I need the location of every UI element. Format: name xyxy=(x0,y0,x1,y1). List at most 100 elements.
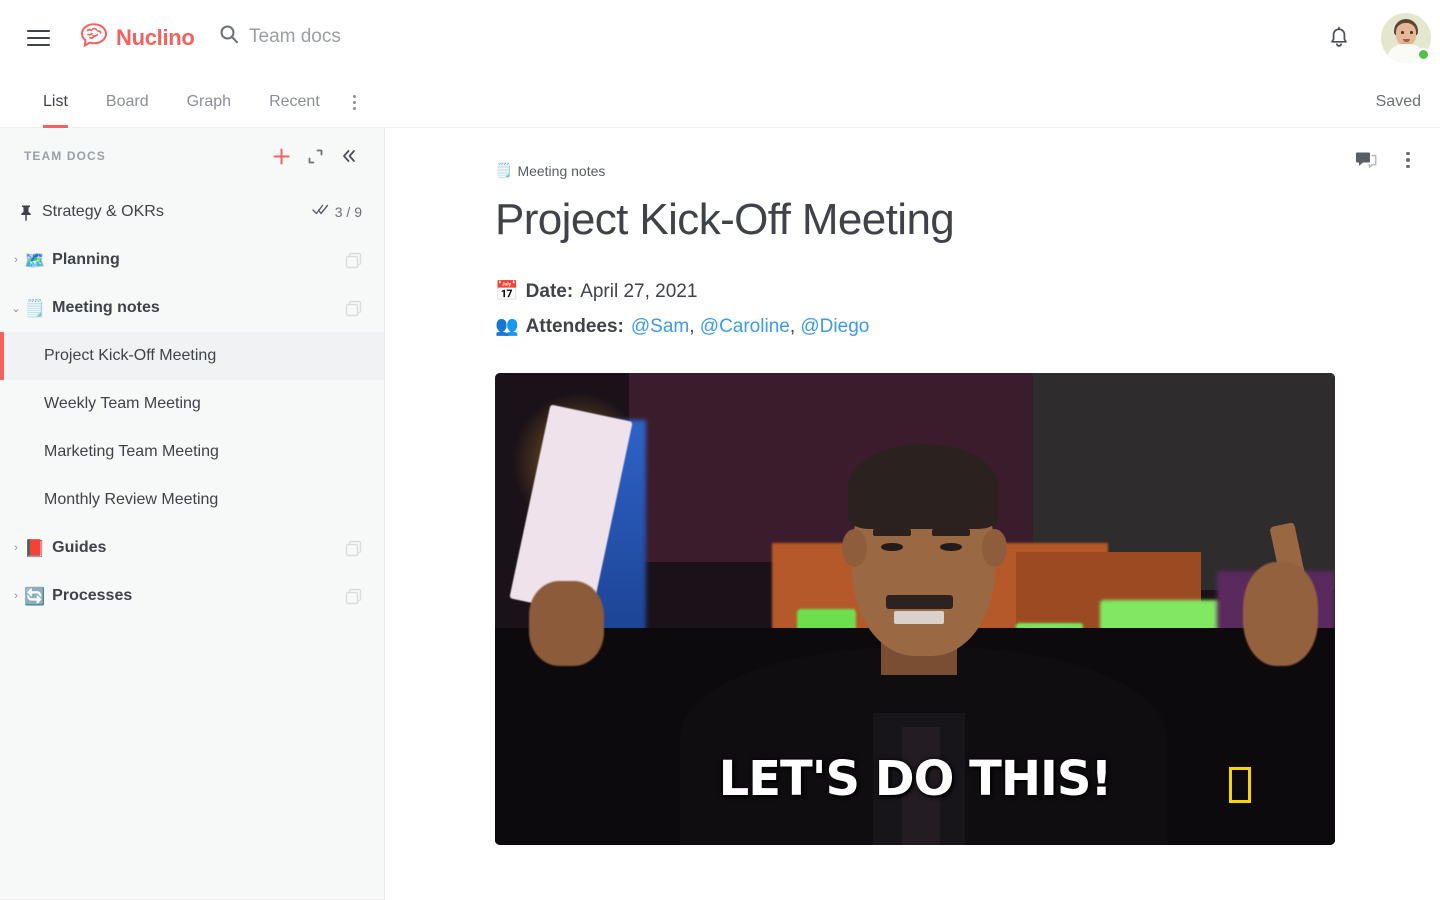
national-geographic-logo xyxy=(1229,766,1251,803)
search-placeholder: Team docs xyxy=(249,25,341,47)
mention-caroline[interactable]: @Caroline xyxy=(700,316,790,337)
spiral-notepad-icon: 🗒️ xyxy=(24,298,46,318)
document-meta-attendees: 👥 Attendees: @Sam, @Caroline, @Diego xyxy=(495,309,1355,344)
mention-diego[interactable]: @Diego xyxy=(800,316,869,337)
avatar[interactable] xyxy=(1381,13,1431,63)
sidebar-tree: Strategy & OKRs 3 / 9 › 🗺️ Planning ⌄ 🗒️… xyxy=(0,184,384,620)
list-item-label: Weekly Team Meeting xyxy=(44,395,201,412)
sidebar-item-meta: 3 / 9 xyxy=(312,203,362,221)
document-body: 🗒️ Meeting notes Project Kick-Off Meetin… xyxy=(495,162,1355,344)
gif-hair xyxy=(847,443,999,529)
list-item-label: Monthly Review Meeting xyxy=(44,491,219,508)
chevron-right-icon[interactable]: › xyxy=(8,254,24,266)
dot xyxy=(1406,164,1410,169)
gif-right-hand xyxy=(1242,561,1319,666)
sidebar-item-label: Planning xyxy=(52,251,120,268)
sidebar: TEAM DOCS Strategy & OKRs 3 / 9 › 🗺️ Pla… xyxy=(0,128,385,900)
cluster-icon xyxy=(345,588,362,605)
breadcrumb[interactable]: 🗒️ Meeting notes xyxy=(495,162,1355,179)
gif-moustache xyxy=(885,594,953,609)
expand-icon[interactable] xyxy=(298,141,332,171)
gif-ear xyxy=(982,528,1008,567)
sidebar-item-label: Processes xyxy=(52,587,133,604)
tab-list-view[interactable]: List xyxy=(24,76,87,128)
add-icon[interactable] xyxy=(264,141,298,171)
sidebar-item-label: Strategy & OKRs xyxy=(42,203,164,220)
sidebar-item-guides[interactable]: › 📕 Guides xyxy=(0,524,384,572)
hamburger-line xyxy=(27,37,50,39)
embedded-gif[interactable]: LET'S DO THIS! xyxy=(495,373,1335,845)
sidebar-title: TEAM DOCS xyxy=(24,149,106,163)
gif-ear xyxy=(841,528,868,567)
mention-sam[interactable]: @Sam xyxy=(631,316,689,337)
cluster-icon xyxy=(345,540,362,557)
dot xyxy=(1406,158,1410,162)
comments-icon[interactable] xyxy=(1352,146,1380,174)
busts-in-silhouette-icon: 👥 xyxy=(495,315,519,337)
dot xyxy=(352,106,356,110)
tab-recent[interactable]: Recent xyxy=(250,76,339,128)
document-meta-date: 📅 Date: April 27, 2021 xyxy=(495,274,1355,309)
pin-icon xyxy=(18,204,34,221)
chevron-down-icon[interactable]: ⌄ xyxy=(8,302,24,315)
list-item-label: Project Kick-Off Meeting xyxy=(44,347,217,364)
bell-icon[interactable] xyxy=(1327,26,1351,56)
hamburger-menu-icon[interactable] xyxy=(27,27,50,49)
sidebar-item-label: Guides xyxy=(52,539,107,556)
tab-graph[interactable]: Graph xyxy=(168,76,250,128)
mention-separator: , xyxy=(689,315,700,337)
dots-group xyxy=(1406,151,1410,169)
sidebar-item-monthly-review-meeting[interactable]: Monthly Review Meeting xyxy=(0,476,384,524)
cluster-icon xyxy=(345,300,362,317)
closed-book-icon: 📕 xyxy=(24,538,46,558)
meta-value: April 27, 2021 xyxy=(580,280,698,302)
document-toolbar xyxy=(1352,146,1422,174)
hamburger-line xyxy=(27,44,50,46)
chevron-right-icon[interactable]: › xyxy=(8,590,24,602)
nuclino-logo[interactable]: Nuclino xyxy=(79,22,195,53)
list-item-label: Marketing Team Meeting xyxy=(44,443,219,460)
brain-speech-bubble-icon xyxy=(79,22,109,53)
brand-name: Nuclino xyxy=(116,24,195,50)
sidebar-header: TEAM DOCS xyxy=(0,128,384,184)
collapse-sidebar-icon[interactable] xyxy=(332,141,366,171)
sidebar-item-weekly-team-meeting[interactable]: Weekly Team Meeting xyxy=(0,380,384,428)
sidebar-item-planning[interactable]: › 🗺️ Planning xyxy=(0,236,384,284)
tab-bar: List Board Graph Recent Saved xyxy=(0,76,1440,128)
top-bar: Nuclino Team docs xyxy=(0,0,1440,76)
gif-eyebrow xyxy=(873,528,911,537)
more-vertical-icon[interactable] xyxy=(1394,146,1422,174)
progress-count: 3 / 9 xyxy=(334,204,362,220)
calendar-icon: 📅 xyxy=(495,280,519,302)
tab-board[interactable]: Board xyxy=(87,76,168,128)
save-status: Saved xyxy=(1375,93,1421,110)
gif-caption: LET'S DO THIS! xyxy=(718,751,1113,808)
mention-separator: , xyxy=(789,315,801,337)
chevron-right-icon[interactable]: › xyxy=(8,542,24,554)
tab-list: List Board Graph Recent xyxy=(24,76,370,128)
sidebar-item-meeting-notes[interactable]: ⌄ 🗒️ Meeting notes xyxy=(0,284,384,332)
spiral-notepad-icon: 🗒️ xyxy=(495,162,513,178)
cluster-icon xyxy=(345,252,362,269)
avatar-eye xyxy=(1401,31,1404,34)
sidebar-item-strategy-okrs[interactable]: Strategy & OKRs 3 / 9 xyxy=(0,188,384,236)
page-title: Project Kick-Off Meeting xyxy=(495,195,955,244)
sidebar-item-processes[interactable]: › 🔄 Processes xyxy=(0,572,384,620)
breadcrumb-label: Meeting notes xyxy=(517,162,606,179)
world-map-icon: 🗺️ xyxy=(24,250,46,270)
avatar-eye xyxy=(1410,31,1413,34)
more-vertical-icon[interactable] xyxy=(339,76,370,128)
sidebar-item-project-kick-off-meeting[interactable]: Project Kick-Off Meeting xyxy=(0,332,384,380)
search-input[interactable]: Team docs xyxy=(219,24,341,49)
double-check-icon xyxy=(312,203,329,221)
status-badge xyxy=(1417,48,1430,61)
gif-eyebrow xyxy=(931,528,970,537)
sidebar-item-marketing-team-meeting[interactable]: Marketing Team Meeting xyxy=(0,428,384,476)
dot xyxy=(1406,151,1410,156)
sidebar-item-label: Meeting notes xyxy=(52,299,160,316)
gif-mouth xyxy=(894,611,945,624)
dot xyxy=(352,100,356,104)
document-panel: 🗒️ Meeting notes Project Kick-Off Meetin… xyxy=(385,128,1440,900)
search-icon xyxy=(219,24,239,49)
meta-key: Date: xyxy=(525,280,574,302)
